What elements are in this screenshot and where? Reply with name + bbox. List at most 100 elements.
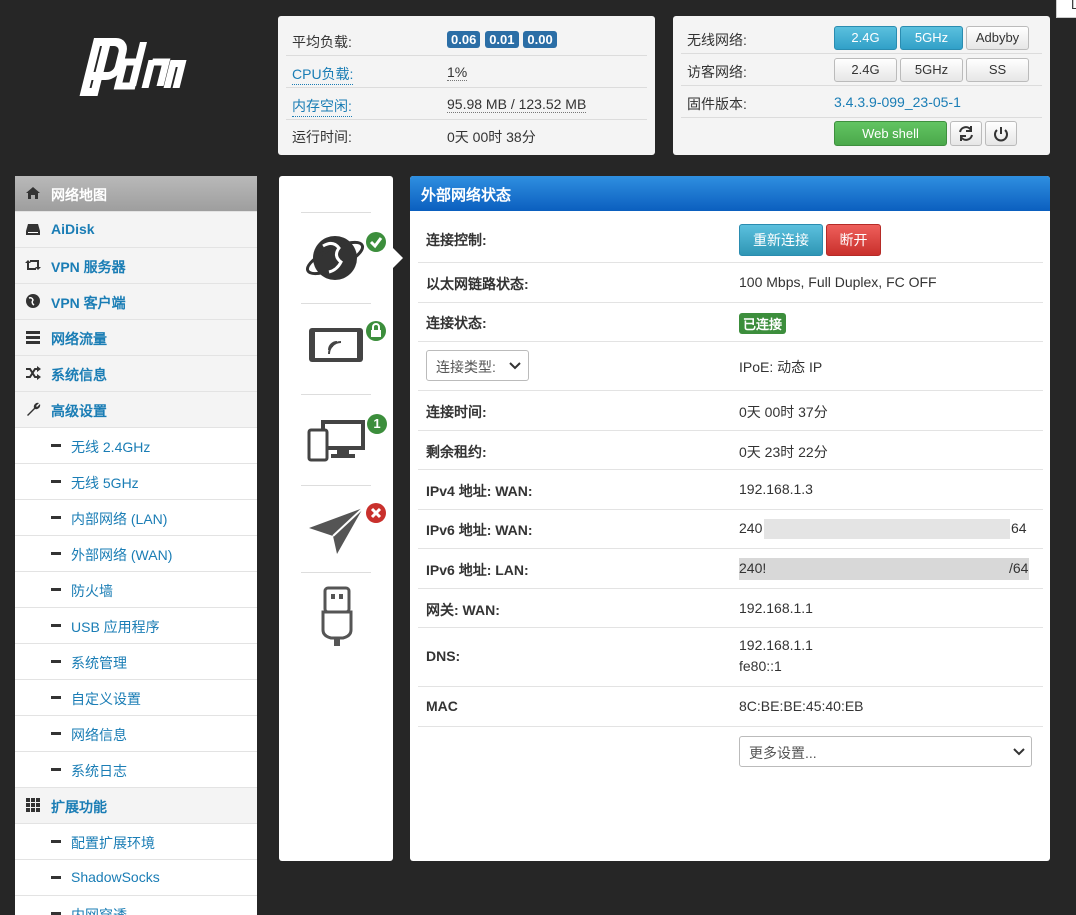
more-settings-label: 更多设置... bbox=[749, 745, 817, 761]
wifi-5g-toggle[interactable]: 5GHz bbox=[900, 26, 963, 50]
chevron-down-icon bbox=[509, 362, 521, 370]
dash-icon bbox=[51, 552, 61, 555]
sidebar-item-label: AiDisk bbox=[51, 221, 95, 237]
dash-icon bbox=[51, 480, 61, 483]
sidebar-item-vpn-server[interactable]: VPN 服务器 bbox=[15, 248, 257, 284]
grid-icon bbox=[26, 798, 40, 812]
wifi-label: 无线网络: bbox=[687, 32, 747, 48]
sidebar-item-label: 防火墙 bbox=[71, 583, 113, 599]
adbyby-toggle[interactable]: Adbyby bbox=[966, 26, 1029, 50]
redacted-block bbox=[739, 558, 1029, 580]
load-badge: 0.06 bbox=[447, 31, 481, 48]
refresh-icon bbox=[959, 126, 973, 141]
sidebar-item-syslog[interactable]: 系统日志 bbox=[15, 752, 257, 788]
time-value: 0天 00时 37分 bbox=[739, 404, 828, 420]
sidebar-item-label: 网络流量 bbox=[51, 331, 107, 347]
sidebar-item-label: ShadowSocks bbox=[71, 869, 160, 885]
sidebar-item-usb[interactable]: USB 应用程序 bbox=[15, 608, 257, 644]
sidebar-item-firewall[interactable]: 防火墙 bbox=[15, 572, 257, 608]
load-badge: 0.01 bbox=[485, 31, 519, 48]
connection-type-select-label: 连接类型: bbox=[436, 359, 496, 375]
usb-node[interactable] bbox=[321, 586, 361, 656]
sidebar-item-lan[interactable]: 内部网络 (LAN) bbox=[15, 500, 257, 536]
link-row: 以太网链路状态: 100 Mbps, Full Duplex, FC OFF bbox=[418, 263, 1043, 303]
ipv6-wan-end: 64 bbox=[1011, 520, 1027, 536]
mac-value: 8C:BE:BE:45:40:EB bbox=[739, 698, 864, 714]
gateway-value: 192.168.1.1 bbox=[739, 600, 813, 616]
sidebar-item-wan[interactable]: 外部网络 (WAN) bbox=[15, 536, 257, 572]
firmware-version-link[interactable]: 3.4.3.9-099_23-05-1 bbox=[834, 94, 961, 110]
disconnect-button[interactable]: 断开 bbox=[826, 224, 881, 256]
ss-toggle[interactable]: SS bbox=[966, 58, 1029, 82]
type-row: 连接类型: IPoE: 动态 IP bbox=[418, 342, 1043, 391]
sidebar-item-label: 扩展功能 bbox=[51, 799, 107, 815]
gateway-row: 网关: WAN: 192.168.1.1 bbox=[418, 589, 1043, 628]
dash-icon bbox=[51, 516, 61, 519]
lock-badge-icon bbox=[366, 321, 386, 341]
sidebar-item-advanced[interactable]: 高级设置 bbox=[15, 392, 257, 428]
ipv4-value: 192.168.1.3 bbox=[739, 481, 813, 497]
time-row: 连接时间: 0天 00时 37分 bbox=[418, 391, 1043, 431]
error-badge-icon bbox=[366, 503, 386, 523]
wifi-24g-toggle[interactable]: 2.4G bbox=[834, 26, 897, 50]
wan-status-panel: 外部网络状态 连接控制: 重新连接 断开 以太网链路状态: 100 Mbps, … bbox=[410, 176, 1050, 861]
sidebar-item-aidisk[interactable]: AiDisk bbox=[15, 212, 257, 248]
mem-link[interactable]: 内存空闲: bbox=[292, 96, 352, 117]
firmware-label: 固件版本: bbox=[687, 96, 747, 112]
guest-24g-toggle[interactable]: 2.4G bbox=[834, 58, 897, 82]
redacted-block bbox=[764, 519, 1010, 539]
power-button[interactable] bbox=[985, 121, 1017, 146]
sidebar-item-label: 系统信息 bbox=[51, 367, 107, 383]
sidebar-item-netinfo[interactable]: 网络信息 bbox=[15, 716, 257, 752]
sidebar-item-label: 内部网络 (LAN) bbox=[71, 511, 168, 527]
logo bbox=[70, 30, 210, 130]
sidebar-item-wireless-5[interactable]: 无线 5GHz bbox=[15, 464, 257, 500]
ipv4-label: IPv4 地址: WAN: bbox=[426, 483, 533, 499]
dns-label: DNS: bbox=[426, 648, 461, 664]
sidebar-item-extensions[interactable]: 扩展功能 bbox=[15, 788, 257, 824]
sidebar-item-custom[interactable]: 自定义设置 bbox=[15, 680, 257, 716]
sidebar-item-tunnel[interactable]: 内网穿透 bbox=[15, 896, 257, 915]
dash-icon bbox=[51, 624, 61, 627]
corner-text: L bbox=[1071, 0, 1076, 12]
sidebar-item-ext-env[interactable]: 配置扩展环境 bbox=[15, 824, 257, 860]
lease-row: 剩余租约: 0天 23时 22分 bbox=[418, 431, 1043, 470]
internet-node[interactable] bbox=[303, 226, 393, 296]
cpu-row: CPU负载: 1% bbox=[286, 56, 647, 88]
wireless-node[interactable] bbox=[307, 320, 393, 370]
dash-icon bbox=[51, 588, 61, 591]
sidebar-item-traffic[interactable]: 网络流量 bbox=[15, 320, 257, 356]
sidebar-item-label: 网络信息 bbox=[71, 727, 127, 743]
cpu-value: 1% bbox=[447, 64, 468, 81]
sidebar-item-vpn-client[interactable]: VPN 客户端 bbox=[15, 284, 257, 320]
link-value: 100 Mbps, Full Duplex, FC OFF bbox=[739, 274, 937, 290]
clients-node[interactable]: 1 bbox=[307, 412, 393, 472]
refresh-button[interactable] bbox=[950, 121, 982, 146]
type-value: IPoE: 动态 IP bbox=[739, 359, 823, 375]
reconnect-button[interactable]: 重新连接 bbox=[739, 224, 823, 256]
connection-type-select[interactable]: 连接类型: bbox=[426, 350, 529, 381]
conn-row: 连接状态: 已连接 bbox=[418, 303, 1043, 342]
check-badge-icon bbox=[366, 232, 386, 252]
lease-value: 0天 23时 22分 bbox=[739, 444, 828, 460]
ipv6-wan-label: IPv6 地址: WAN: bbox=[426, 522, 533, 538]
vpn-node[interactable] bbox=[307, 500, 393, 560]
sidebar-item-admin[interactable]: 系统管理 bbox=[15, 644, 257, 680]
conn-label: 连接状态: bbox=[426, 315, 487, 331]
sidebar-item-network-map[interactable]: 网络地图 bbox=[15, 176, 257, 212]
guest-5g-toggle[interactable]: 5GHz bbox=[900, 58, 963, 82]
dns-value-1: 192.168.1.1 bbox=[739, 637, 813, 653]
more-settings-select[interactable]: 更多设置... bbox=[739, 736, 1032, 767]
sidebar-item-wireless-24[interactable]: 无线 2.4GHz bbox=[15, 428, 257, 464]
web-shell-button[interactable]: Web shell bbox=[834, 121, 947, 146]
load-label: 平均负载: bbox=[292, 34, 352, 50]
sidebar-item-system-info[interactable]: 系统信息 bbox=[15, 356, 257, 392]
sidebar-item-shadowsocks[interactable]: ShadowSocks bbox=[15, 860, 257, 896]
dash-icon bbox=[51, 732, 61, 735]
devices-icon bbox=[307, 420, 365, 462]
tablet-wifi-icon bbox=[309, 328, 363, 362]
cpu-link[interactable]: CPU负载: bbox=[292, 64, 354, 85]
guest-row: 访客网络: 2.4G 5GHz SS bbox=[681, 54, 1042, 86]
usb-icon bbox=[321, 586, 353, 646]
chevron-down-icon bbox=[1013, 748, 1025, 756]
